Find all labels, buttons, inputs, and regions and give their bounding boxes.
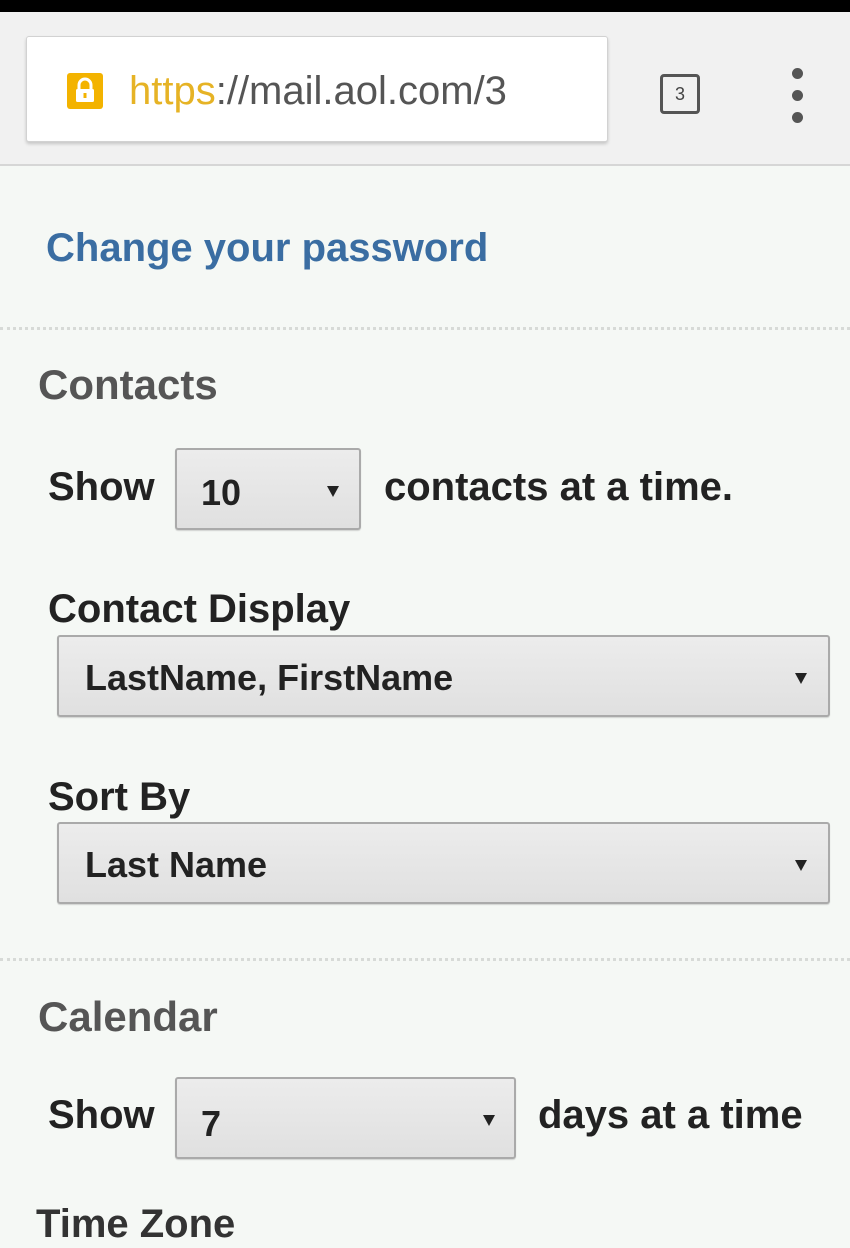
contact-display-label: Contact Display bbox=[48, 587, 351, 631]
contacts-per-page-select[interactable]: 10 bbox=[175, 448, 361, 530]
calendar-days-value: 7 bbox=[201, 1103, 222, 1144]
sort-by-value: Last Name bbox=[85, 844, 268, 885]
tab-switcher-button[interactable]: 3 bbox=[660, 74, 700, 114]
sort-by-select[interactable]: Last Name bbox=[57, 822, 830, 904]
url-text[interactable]: https://mail.aol.com/3 bbox=[129, 63, 507, 119]
url-path: ://mail.aol.com/3 bbox=[215, 69, 507, 113]
calendar-show-label: Show bbox=[48, 1093, 155, 1137]
section-divider bbox=[0, 327, 850, 330]
chevron-down-icon bbox=[483, 1115, 495, 1126]
contacts-per-page-suffix: contacts at a time. bbox=[384, 465, 734, 509]
change-password-link[interactable]: Change your password bbox=[46, 224, 488, 272]
calendar-heading: Calendar bbox=[38, 993, 218, 1040]
url-scheme: https bbox=[129, 69, 216, 113]
chevron-down-icon bbox=[795, 673, 807, 684]
contacts-heading: Contacts bbox=[38, 361, 218, 408]
time-zone-label: Time Zone bbox=[36, 1202, 236, 1246]
section-divider bbox=[0, 958, 850, 961]
calendar-days-select[interactable]: 7 bbox=[175, 1077, 516, 1159]
contact-display-select[interactable]: LastName, FirstName bbox=[57, 635, 830, 717]
address-bar[interactable]: https://mail.aol.com/3 bbox=[26, 36, 608, 142]
lock-icon bbox=[67, 73, 103, 109]
contacts-per-page-value: 10 bbox=[201, 472, 242, 513]
status-bar bbox=[0, 0, 850, 12]
chevron-down-icon bbox=[327, 486, 339, 497]
chevron-down-icon bbox=[795, 860, 807, 871]
sort-by-label: Sort By bbox=[48, 775, 191, 819]
browser-toolbar: https://mail.aol.com/3 3 bbox=[0, 12, 850, 166]
overflow-menu-icon[interactable] bbox=[783, 68, 813, 124]
contacts-show-label: Show bbox=[48, 465, 155, 509]
contact-display-value: LastName, FirstName bbox=[85, 657, 454, 698]
calendar-days-suffix: days at a time bbox=[538, 1093, 803, 1137]
